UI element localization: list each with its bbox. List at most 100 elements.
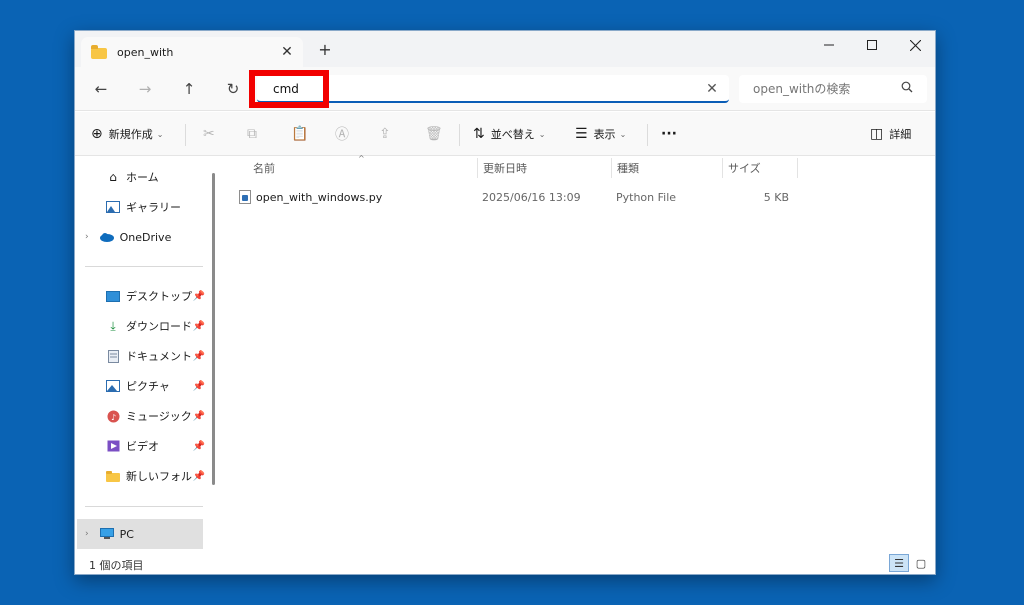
home-icon: ⌂ xyxy=(109,170,117,184)
file-explorer-window: open_with ✕ + ← → ↑ ↻ ✕ xyxy=(74,30,936,575)
share-button[interactable]: ⇪ xyxy=(379,122,397,146)
pin-icon: 📌 xyxy=(192,440,205,452)
sidebar-item-onedrive[interactable]: › OneDrive xyxy=(85,224,209,250)
sidebar-item-label: ギャラリー xyxy=(126,201,181,214)
sort-caret-icon: ^ xyxy=(358,154,365,163)
chevron-down-icon: ⌄ xyxy=(619,129,627,139)
search-box[interactable] xyxy=(739,75,927,103)
music-icon: ♪ xyxy=(105,409,121,423)
maximize-icon xyxy=(867,40,877,50)
arrow-left-icon: ← xyxy=(94,80,108,98)
close-window-button[interactable] xyxy=(893,31,935,59)
address-input[interactable] xyxy=(265,78,465,100)
details-view-button[interactable]: ☰ xyxy=(889,554,909,572)
navigation-bar: ← → ↑ ↻ ✕ xyxy=(75,67,935,111)
minimize-icon xyxy=(824,44,834,46)
delete-button[interactable]: 🗑 xyxy=(425,122,449,146)
sidebar-item-label: デスクトップ xyxy=(126,290,192,303)
sidebar-item-videos[interactable]: ビデオ 📌 xyxy=(105,433,205,459)
add-circle-icon: ⊕ xyxy=(91,126,103,142)
up-button[interactable]: ↑ xyxy=(177,77,201,101)
chevron-right-icon[interactable]: › xyxy=(85,232,89,242)
divider[interactable] xyxy=(797,158,798,178)
refresh-icon: ↻ xyxy=(226,80,240,98)
refresh-button[interactable]: ↻ xyxy=(221,77,245,101)
pin-icon: 📌 xyxy=(192,350,205,362)
sidebar-item-new-folder[interactable]: 新しいフォルダ- 📌 xyxy=(105,463,205,489)
address-bar[interactable]: ✕ xyxy=(257,75,729,103)
pc-icon xyxy=(99,527,115,541)
sidebar-item-label: ホーム xyxy=(126,171,159,184)
forward-button[interactable]: → xyxy=(133,77,157,101)
arrow-right-icon: → xyxy=(138,80,152,98)
view-label: 表示 xyxy=(593,128,616,141)
command-bar: ⊕ 新規作成 ⌄ ✂ ⧉ 📋 Ⓐ ⇪ 🗑 ⇅ 並べ替え ⌄ ☰ 表示 ⌄ ···… xyxy=(75,112,935,156)
divider[interactable] xyxy=(611,158,612,178)
back-button[interactable]: ← xyxy=(89,77,113,101)
sidebar-item-label: ドキュメント xyxy=(126,350,192,363)
chevron-right-icon[interactable]: › xyxy=(85,529,89,539)
more-button[interactable]: ··· xyxy=(661,122,677,146)
close-tab-icon[interactable]: ✕ xyxy=(277,42,297,62)
sidebar-item-label: OneDrive xyxy=(119,230,172,244)
sort-label: 並べ替え xyxy=(490,128,535,141)
divider xyxy=(85,506,203,507)
list-view-icon: ☰ xyxy=(894,556,904,570)
divider xyxy=(647,124,648,146)
cut-button[interactable]: ✂ xyxy=(203,122,221,146)
file-list: ^ 名前 更新日時 種類 サイズ open_with_windows.py 20… xyxy=(217,154,935,551)
arrow-up-icon: ↑ xyxy=(182,80,196,98)
divider xyxy=(185,124,186,146)
rename-button[interactable]: Ⓐ xyxy=(335,122,355,146)
file-name: open_with_windows.py xyxy=(256,190,383,204)
search-input[interactable] xyxy=(753,82,893,96)
sidebar-item-downloads[interactable]: ⤓ ダウンロード 📌 xyxy=(105,313,205,339)
paste-button[interactable]: 📋 xyxy=(291,122,314,146)
table-row[interactable]: open_with_windows.py 2025/06/16 13:09 Py… xyxy=(239,186,799,208)
details-pane-icon: ◫ xyxy=(870,126,884,142)
sidebar-item-label: ミュージック xyxy=(126,410,192,423)
sidebar-item-pictures[interactable]: ピクチャ 📌 xyxy=(105,373,205,399)
folder-icon xyxy=(91,45,107,59)
desktop-icon xyxy=(105,289,121,303)
new-tab-button[interactable]: + xyxy=(315,40,335,60)
sidebar-item-music[interactable]: ♪ ミュージック 📌 xyxy=(105,403,205,429)
tab-title: open_with xyxy=(117,45,174,59)
sidebar-scrollbar[interactable] xyxy=(212,173,215,485)
sort-button[interactable]: ⇅ 並べ替え ⌄ xyxy=(473,122,545,146)
sidebar-item-label: PC xyxy=(119,527,134,541)
sidebar-item-gallery[interactable]: ギャラリー xyxy=(105,194,235,220)
pin-icon: 📌 xyxy=(192,380,205,392)
file-size: 5 KB xyxy=(763,190,789,204)
cloud-icon xyxy=(99,230,115,244)
view-button[interactable]: ☰ 表示 ⌄ xyxy=(575,122,626,146)
divider[interactable] xyxy=(722,158,723,178)
chevron-down-icon: ⌄ xyxy=(538,129,546,139)
sidebar-item-label: ビデオ xyxy=(126,440,159,453)
column-header-name[interactable]: 名前 xyxy=(253,156,275,180)
view-lines-icon: ☰ xyxy=(575,126,588,142)
column-header-size[interactable]: サイズ xyxy=(728,156,761,180)
trash-icon: 🗑 xyxy=(425,126,443,142)
rename-icon: Ⓐ xyxy=(335,127,349,143)
gallery-icon xyxy=(105,200,121,214)
details-button[interactable]: ◫ 詳細 xyxy=(870,122,911,146)
copy-button[interactable]: ⧉ xyxy=(247,122,263,146)
clear-address-icon[interactable]: ✕ xyxy=(703,80,721,98)
column-header-modified[interactable]: 更新日時 xyxy=(483,156,527,180)
divider[interactable] xyxy=(477,158,478,178)
navigation-pane: ⌂ ホーム ギャラリー › OneDrive デスクトップ 📌 ⤓ ダウンロード… xyxy=(75,156,211,551)
sidebar-item-pc[interactable]: › PC xyxy=(77,519,203,549)
tab-open-with[interactable]: open_with ✕ xyxy=(81,37,303,67)
divider xyxy=(459,124,460,146)
maximize-button[interactable] xyxy=(850,31,894,59)
sidebar-item-documents[interactable]: ドキュメント 📌 xyxy=(105,343,205,369)
minimize-button[interactable] xyxy=(807,31,851,59)
close-icon xyxy=(909,39,921,51)
sidebar-item-desktop[interactable]: デスクトップ 📌 xyxy=(105,283,205,309)
tiles-view-button[interactable]: ▢ xyxy=(911,554,931,572)
sidebar-item-home[interactable]: ⌂ ホーム xyxy=(105,164,235,190)
chevron-down-icon: ⌄ xyxy=(156,129,164,139)
new-button[interactable]: ⊕ 新規作成 ⌄ xyxy=(91,122,163,146)
column-header-type[interactable]: 種類 xyxy=(617,156,639,180)
